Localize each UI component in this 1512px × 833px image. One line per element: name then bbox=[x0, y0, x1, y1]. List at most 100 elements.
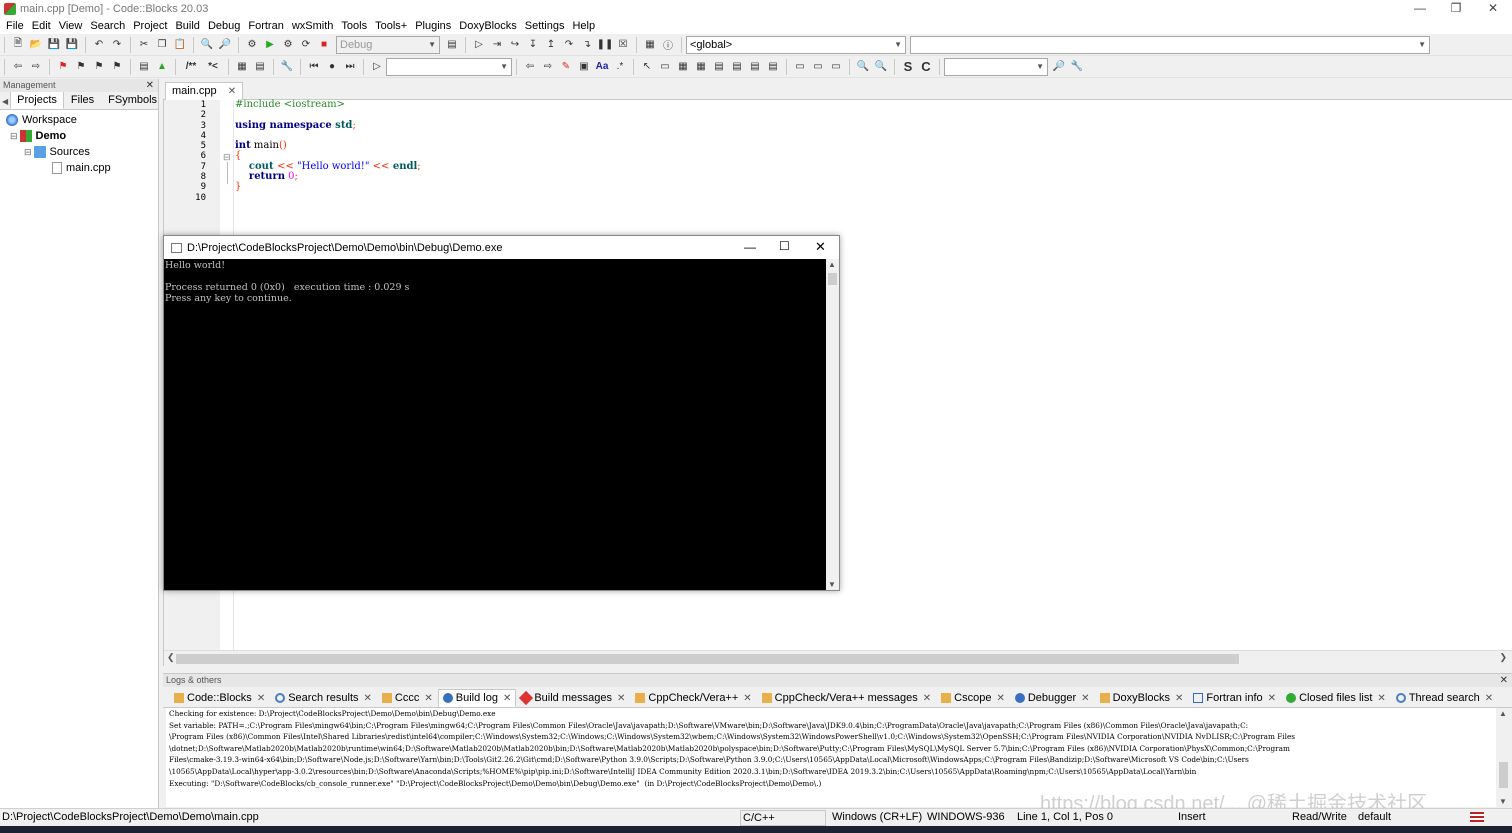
menu-help[interactable]: Help bbox=[569, 20, 600, 32]
scrollbar-thumb[interactable] bbox=[1499, 762, 1508, 788]
step-into-icon[interactable]: ↧ bbox=[525, 37, 541, 53]
menu-debug[interactable]: Debug bbox=[205, 20, 245, 32]
html-doc-icon[interactable]: ▦ bbox=[234, 59, 250, 75]
menu-project[interactable]: Project bbox=[130, 20, 172, 32]
scroll-down-icon[interactable]: ▼ bbox=[828, 580, 836, 589]
close-tab-icon[interactable]: ✕ bbox=[1081, 693, 1089, 704]
abort-icon[interactable]: ■ bbox=[316, 37, 332, 53]
undo-icon[interactable]: ↶ bbox=[91, 37, 107, 53]
dot-icon[interactable]: ● bbox=[324, 59, 340, 75]
collapse-icon[interactable]: ⊟ bbox=[24, 147, 32, 158]
scroll-up-icon[interactable]: ▲ bbox=[1499, 709, 1507, 718]
close-tab-icon[interactable]: ✕ bbox=[743, 693, 751, 704]
symbol-select[interactable]: ▼ bbox=[910, 35, 1430, 54]
tree-item-sources[interactable]: ⊟ Sources bbox=[0, 144, 158, 160]
close-tab-icon[interactable]: ✕ bbox=[228, 86, 236, 97]
restore-button[interactable]: ❐ bbox=[1437, 0, 1475, 18]
tab-closed-files[interactable]: Closed files list ✕ bbox=[1281, 689, 1391, 707]
zoom-in-icon[interactable]: 🔍 bbox=[855, 59, 871, 75]
console-scrollbar[interactable]: ▲ ▼ bbox=[826, 259, 839, 590]
save-icon[interactable]: 💾 bbox=[46, 37, 62, 53]
editor-tab-main-cpp[interactable]: main.cpp ✕ bbox=[165, 82, 244, 100]
highlight-icon[interactable]: ✎ bbox=[558, 59, 574, 75]
editor-horizontal-scrollbar[interactable]: ❮ ❯ bbox=[164, 650, 1512, 666]
c-icon[interactable]: C bbox=[918, 59, 934, 75]
next-line-icon[interactable]: ↪ bbox=[507, 37, 523, 53]
first-icon[interactable]: ⏮ bbox=[306, 59, 322, 75]
tab-build-log[interactable]: Build log ✕ bbox=[437, 689, 517, 707]
tab-search-results[interactable]: Search results ✕ bbox=[270, 689, 377, 707]
new-file-icon[interactable]: 🗎 bbox=[10, 37, 26, 53]
close-tab-icon[interactable]: ✕ bbox=[923, 693, 931, 704]
close-tab-icon[interactable]: ✕ bbox=[257, 693, 265, 704]
next-instruction-icon[interactable]: ↷ bbox=[561, 37, 577, 53]
scrollbar-thumb[interactable] bbox=[176, 654, 1239, 664]
zoom-out-icon[interactable]: 🔍 bbox=[873, 59, 889, 75]
cut-icon[interactable]: ✂ bbox=[136, 37, 152, 53]
last-icon[interactable]: ⏭ bbox=[342, 59, 358, 75]
menu-search[interactable]: Search bbox=[87, 20, 130, 32]
collapse-icon[interactable]: ⊟ bbox=[10, 131, 18, 142]
next-bookmark-icon[interactable]: ⚑ bbox=[91, 59, 107, 75]
jump-forward-icon[interactable]: ⇨ bbox=[28, 59, 44, 75]
chm-doc-icon[interactable]: ▤ bbox=[252, 59, 268, 75]
debug-windows-icon[interactable]: ▦ bbox=[642, 37, 658, 53]
find-icon[interactable]: 🔍 bbox=[199, 37, 215, 53]
prev-bookmark-icon[interactable]: ⚑ bbox=[73, 59, 89, 75]
tree-item-project[interactable]: ⊟ Demo bbox=[0, 128, 158, 144]
tool-a-icon[interactable]: ▦ bbox=[675, 59, 691, 75]
close-icon[interactable]: ✕ bbox=[1500, 674, 1508, 687]
step-into-instruction-icon[interactable]: ↴ bbox=[579, 37, 595, 53]
tree-item-main-cpp[interactable]: main.cpp bbox=[0, 160, 158, 176]
pointer-icon[interactable]: ↖ bbox=[639, 59, 655, 75]
wrench-icon[interactable]: 🔧 bbox=[279, 59, 295, 75]
close-tab-icon[interactable]: ✕ bbox=[1377, 693, 1385, 704]
console-minimize-button[interactable]: — bbox=[744, 240, 756, 254]
tab-doxyblocks[interactable]: DoxyBlocks ✕ bbox=[1095, 689, 1189, 707]
build-gear-icon[interactable]: ⚙ bbox=[244, 37, 260, 53]
menu-wxsmith[interactable]: wxSmith bbox=[289, 20, 339, 32]
search-combo[interactable]: ▼ bbox=[944, 57, 1048, 76]
search-options-icon[interactable]: 🔧 bbox=[1069, 59, 1085, 75]
console-close-button[interactable]: ✕ bbox=[815, 239, 826, 255]
tab-scroll-left-icon[interactable]: ◀ bbox=[2, 97, 10, 109]
nav-back-icon[interactable]: ⇦ bbox=[522, 59, 538, 75]
menu-fortran[interactable]: Fortran bbox=[245, 20, 288, 32]
tree-item-workspace[interactable]: Workspace bbox=[0, 112, 158, 128]
codecompletion-icon[interactable]: ▤ bbox=[136, 59, 152, 75]
stop-debugger-icon[interactable]: ☒ bbox=[615, 37, 631, 53]
menu-doxyblocks[interactable]: DoxyBlocks bbox=[456, 20, 521, 32]
tab-build-messages[interactable]: Build messages ✕ bbox=[516, 689, 630, 707]
select-text-icon[interactable]: ▣ bbox=[576, 59, 592, 75]
rebuild-icon[interactable]: ⟳ bbox=[298, 37, 314, 53]
run-to-cursor-icon[interactable]: ⇥ bbox=[489, 37, 505, 53]
close-tab-icon[interactable]: ✕ bbox=[1175, 693, 1183, 704]
menu-view[interactable]: View bbox=[56, 20, 88, 32]
replace-icon[interactable]: 🔎 bbox=[217, 37, 233, 53]
close-window-button[interactable]: ✕ bbox=[1474, 0, 1512, 18]
console-window[interactable]: D:\Project\CodeBlocksProject\Demo\Demo\b… bbox=[163, 235, 840, 591]
logs-scrollbar[interactable]: ▲ ▼ bbox=[1497, 708, 1510, 807]
nav-forward-icon[interactable]: ⇨ bbox=[540, 59, 556, 75]
match-case-icon[interactable]: Aa bbox=[594, 59, 610, 75]
tag-icon[interactable]: ▷ bbox=[369, 59, 385, 75]
minimize-button[interactable]: — bbox=[1401, 0, 1439, 18]
clear-bookmarks-icon[interactable]: ⚑ bbox=[109, 59, 125, 75]
tab-thread-search[interactable]: Thread search ✕ bbox=[1391, 689, 1498, 707]
close-tab-icon[interactable]: ✕ bbox=[424, 693, 432, 704]
redo-icon[interactable]: ↷ bbox=[109, 37, 125, 53]
menu-edit[interactable]: Edit bbox=[29, 20, 56, 32]
pause-icon[interactable]: ❚❚ bbox=[597, 37, 614, 53]
debug-info-icon[interactable]: ⓘ bbox=[660, 37, 676, 53]
tab-cscope[interactable]: Cscope ✕ bbox=[936, 689, 1010, 707]
close-tab-icon[interactable]: ✕ bbox=[1485, 693, 1493, 704]
jump-back-icon[interactable]: ⇦ bbox=[10, 59, 26, 75]
menu-file[interactable]: File bbox=[3, 20, 29, 32]
console-maximize-button[interactable]: ☐ bbox=[779, 239, 790, 253]
build-target-select[interactable]: Debug ▼ bbox=[336, 35, 440, 54]
scroll-left-icon[interactable]: ❮ bbox=[167, 652, 175, 663]
show-target-dialog-icon[interactable]: ▤ bbox=[444, 37, 460, 53]
tab-debugger[interactable]: Debugger ✕ bbox=[1010, 689, 1095, 707]
menu-plugins[interactable]: Plugins bbox=[412, 20, 456, 32]
tab-fsymbols[interactable]: FSymbols bbox=[101, 91, 164, 109]
